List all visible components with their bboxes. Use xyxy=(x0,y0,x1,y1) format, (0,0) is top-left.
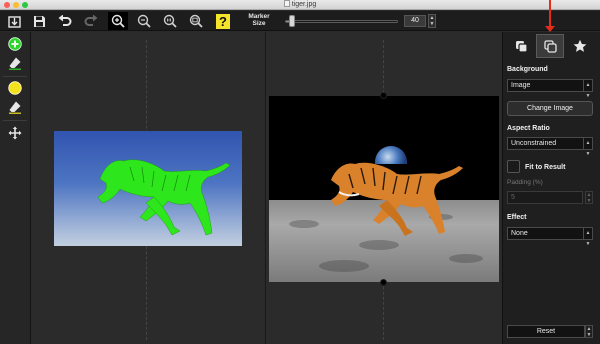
tab-background[interactable] xyxy=(536,34,564,58)
zoom-fit-button[interactable] xyxy=(186,12,206,30)
zoom-fit-icon xyxy=(189,14,203,28)
window-title-text: tiger.jpg xyxy=(291,1,317,8)
tab-effects[interactable] xyxy=(566,34,594,58)
effect-label: Effect xyxy=(507,214,527,221)
marker-size-slider[interactable] xyxy=(285,20,398,23)
input-image[interactable] xyxy=(54,131,242,246)
redo-icon xyxy=(84,15,98,26)
padding-input[interactable]: 5 xyxy=(507,191,583,204)
app-window: tiger.jpg ? Marker Size 40 ▲ ▼ Backgroun… xyxy=(0,0,600,344)
left-tool-strip xyxy=(0,32,31,344)
undo-icon xyxy=(58,15,72,26)
tool-separator xyxy=(3,120,27,121)
eraser-icon xyxy=(9,101,21,114)
crop-handle-top[interactable] xyxy=(380,92,387,99)
undo-button[interactable] xyxy=(55,12,75,30)
reset-options-stepper[interactable]: ▲ ▼ xyxy=(585,325,593,338)
stepper-down-icon[interactable]: ▼ xyxy=(587,198,592,204)
import-button[interactable] xyxy=(4,12,24,30)
import-icon xyxy=(7,15,21,28)
chevron-updown-icon: ▲ ▼ xyxy=(583,80,592,99)
background-marker-icon xyxy=(8,81,22,95)
marker-size-label: Marker Size xyxy=(248,13,270,27)
foreground-eraser-button[interactable] xyxy=(4,54,26,72)
move-icon xyxy=(8,126,22,140)
background-eraser-button[interactable] xyxy=(4,98,26,116)
annotation-arrow-head xyxy=(545,26,555,32)
fit-to-result-label: Fit to Result xyxy=(525,164,566,171)
background-select-value: Image xyxy=(511,82,531,89)
marker-size-stepper[interactable]: ▲ ▼ xyxy=(428,14,436,28)
zoom-actual-size-icon xyxy=(163,14,177,28)
document-icon xyxy=(283,0,290,7)
layers-outline-icon xyxy=(543,39,557,53)
tab-foreground[interactable] xyxy=(507,34,535,58)
output-image xyxy=(269,96,499,282)
marker-size-input[interactable]: 40 xyxy=(404,15,426,27)
window-title: tiger.jpg xyxy=(0,0,600,10)
help-icon: ? xyxy=(216,13,230,29)
layers-icon xyxy=(515,40,528,53)
zoom-in-icon xyxy=(111,14,125,28)
fit-to-result-checkbox[interactable] xyxy=(507,160,520,173)
chevron-updown-icon: ▲ ▼ xyxy=(583,228,592,247)
move-tool-button[interactable] xyxy=(4,124,26,142)
zoom-actual-size-button[interactable] xyxy=(160,12,180,30)
marker-size-slider-knob[interactable] xyxy=(288,15,295,27)
background-marker-button[interactable] xyxy=(4,79,26,97)
zoom-in-button[interactable] xyxy=(108,12,128,30)
chevron-updown-icon: ▲ ▼ xyxy=(583,138,592,157)
title-bar: tiger.jpg xyxy=(0,0,600,10)
change-image-button[interactable]: Change Image xyxy=(507,101,593,116)
marked-tiger-image xyxy=(97,159,231,236)
background-select[interactable]: Image ▲ ▼ xyxy=(507,79,593,99)
reset-button-label: Reset xyxy=(536,328,556,335)
padding-label: Padding (%) xyxy=(507,179,543,186)
reset-button[interactable]: Reset xyxy=(507,325,585,338)
stepper-down-icon[interactable]: ▼ xyxy=(430,21,435,27)
effect-select[interactable]: None ▲ ▼ xyxy=(507,227,593,247)
stepper-down-icon[interactable]: ▼ xyxy=(587,332,592,338)
save-button[interactable] xyxy=(29,12,49,30)
eraser-icon xyxy=(9,57,21,70)
add-foreground-icon xyxy=(8,37,22,51)
zoom-out-button[interactable] xyxy=(134,12,154,30)
foreground-marker-button[interactable] xyxy=(4,35,26,53)
settings-tabs xyxy=(503,34,599,58)
annotation-arrow xyxy=(549,0,551,28)
save-icon xyxy=(33,15,45,27)
zoom-out-icon xyxy=(137,14,151,28)
help-button[interactable]: ? xyxy=(213,12,233,30)
background-label: Background xyxy=(507,66,548,73)
crop-handle-bottom[interactable] xyxy=(380,279,387,286)
padding-stepper[interactable]: ▲ ▼ xyxy=(585,191,593,204)
aspect-ratio-label: Aspect Ratio xyxy=(507,125,550,132)
composited-tiger xyxy=(331,162,463,236)
redo-button[interactable] xyxy=(81,12,101,30)
tool-separator xyxy=(3,76,27,77)
star-icon xyxy=(573,39,587,52)
aspect-ratio-select-value: Unconstrained xyxy=(511,140,557,147)
aspect-ratio-select[interactable]: Unconstrained ▲ ▼ xyxy=(507,137,593,157)
effect-select-value: None xyxy=(511,230,528,237)
